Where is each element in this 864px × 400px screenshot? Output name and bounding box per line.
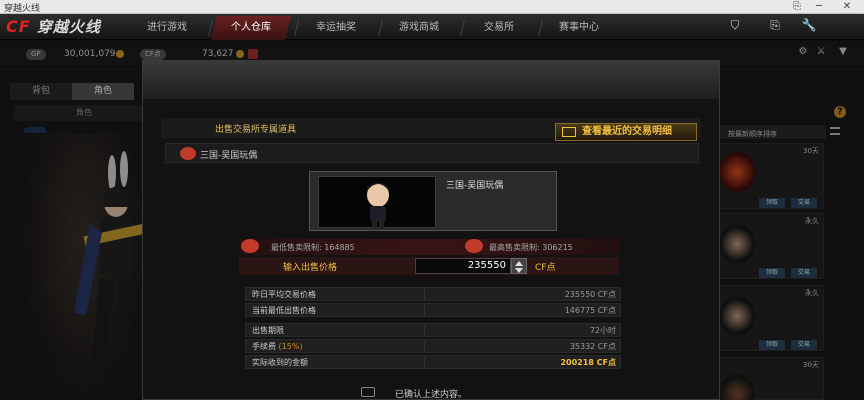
decrement-icon[interactable] bbox=[515, 268, 523, 273]
view-trade-history-button[interactable]: 查看最近的交易明细 bbox=[555, 123, 697, 141]
sale-details-table: 出售期限 72小时 手续费 (15%) 35332 CF点 实际收到的金额 20… bbox=[245, 323, 621, 371]
logo-mark: CF bbox=[6, 17, 31, 36]
doll-figure bbox=[367, 183, 389, 228]
tab-events[interactable]: 赛事中心 bbox=[544, 16, 614, 40]
tab-warehouse[interactable]: 个人仓库 bbox=[211, 16, 291, 40]
arrow-down-icon bbox=[241, 239, 259, 253]
shield-icon[interactable]: ⛉ bbox=[726, 18, 744, 34]
row-label: 当前最低出售价格 bbox=[252, 306, 316, 315]
restore-icon[interactable]: ⎘ bbox=[786, 0, 808, 14]
tab-label: 进行游戏 bbox=[147, 22, 187, 33]
row-value: 72小时 bbox=[424, 325, 616, 336]
fee-label: 手续费 bbox=[252, 342, 276, 351]
table-row: 手续费 (15%) 35332 CF点 bbox=[245, 339, 621, 353]
item-name: 三国-吴国玩偶 bbox=[200, 151, 258, 161]
price-stepper[interactable] bbox=[511, 258, 527, 274]
window-title: 穿越火线 bbox=[4, 4, 41, 14]
nav-divider bbox=[294, 20, 299, 36]
tab-label: 幸运抽奖 bbox=[316, 22, 356, 33]
window-titlebar: 穿越火线 ⎘ ─ ✕ bbox=[0, 0, 864, 14]
row-label: 出售期限 bbox=[252, 326, 284, 335]
item-preview-image bbox=[318, 176, 436, 228]
price-limit-row: 最低售卖限制: 164885 最高售卖限制: 306215 bbox=[239, 239, 619, 255]
tab-label: 交易所 bbox=[484, 22, 514, 33]
table-row: 昨日平均交易价格 235550 CF点 bbox=[245, 287, 621, 301]
fee-rate: (15%) bbox=[278, 342, 303, 351]
increment-icon[interactable] bbox=[515, 261, 523, 266]
row-value: 146775 CF点 bbox=[424, 305, 616, 316]
table-row: 当前最低出售价格 146775 CF点 bbox=[245, 303, 621, 317]
close-icon[interactable]: ✕ bbox=[836, 0, 858, 14]
table-row: 出售期限 72小时 bbox=[245, 323, 621, 337]
row-label: 实际收到的金额 bbox=[252, 358, 308, 367]
tab-exchange[interactable]: 交易所 bbox=[466, 16, 532, 40]
tab-label: 赛事中心 bbox=[559, 22, 599, 33]
section-title: 出售交易所专属道具 bbox=[215, 125, 297, 135]
cf-logo: CF 穿越火线 bbox=[6, 16, 118, 38]
price-input-label: 输入出售价格 bbox=[283, 263, 338, 273]
nav-divider bbox=[460, 20, 465, 36]
chart-icon bbox=[562, 127, 576, 137]
history-button-label: 查看最近的交易明细 bbox=[582, 126, 672, 137]
max-price-limit: 最高售卖限制: 306215 bbox=[489, 243, 573, 252]
tab-mall[interactable]: 游戏商城 bbox=[384, 16, 454, 40]
tab-label: 个人仓库 bbox=[231, 22, 271, 33]
price-input-row: 输入出售价格 235550 CF点 bbox=[239, 257, 619, 275]
price-input[interactable]: 235550 bbox=[415, 258, 511, 274]
row-label: 手续费 (15%) bbox=[252, 341, 303, 352]
confirm-label: 已确认上述内容。 bbox=[395, 390, 468, 400]
logo-text: 穿越火线 bbox=[36, 18, 101, 36]
item-name-row: 三国-吴国玩偶 bbox=[165, 143, 699, 163]
arrow-up-icon bbox=[465, 239, 483, 253]
table-row: 实际收到的金额 200218 CF点 bbox=[245, 355, 621, 369]
tab-lucky-draw[interactable]: 幸运抽奖 bbox=[300, 16, 372, 40]
row-value: 200218 CF点 bbox=[424, 357, 616, 368]
game-client-window: 穿越火线 ⎘ ─ ✕ CF 穿越火线 进行游戏 个人仓库 幸运抽奖 游戏商城 交… bbox=[0, 0, 864, 400]
item-type-icon bbox=[180, 147, 196, 160]
nav-divider bbox=[378, 20, 383, 36]
row-value: 35332 CF点 bbox=[424, 341, 616, 352]
confirm-checkbox[interactable] bbox=[361, 387, 375, 397]
copy-icon[interactable]: ⎘ bbox=[766, 18, 784, 34]
min-price-limit: 最低售卖限制: 164885 bbox=[271, 243, 355, 252]
main-nav: CF 穿越火线 进行游戏 个人仓库 幸运抽奖 游戏商城 交易所 赛事中心 ⛉ ⎘… bbox=[0, 14, 864, 40]
row-label: 昨日平均交易价格 bbox=[252, 290, 316, 299]
wrench-icon[interactable]: 🔧 bbox=[800, 18, 818, 34]
row-value: 235550 CF点 bbox=[424, 289, 616, 300]
tab-label: 游戏商城 bbox=[399, 22, 439, 33]
minimize-icon[interactable]: ─ bbox=[808, 0, 830, 14]
dialog-header bbox=[143, 61, 719, 99]
nav-divider bbox=[538, 20, 543, 36]
item-preview: 三国-吴国玩偶 bbox=[309, 171, 557, 231]
tab-play-game[interactable]: 进行游戏 bbox=[132, 16, 202, 40]
price-unit: CF点 bbox=[535, 263, 556, 273]
sell-item-dialog: 出售交易所专属道具 查看最近的交易明细 三国-吴国玩偶 三国-吴国玩偶 最低售卖… bbox=[142, 60, 720, 400]
market-stats-table: 昨日平均交易价格 235550 CF点 当前最低出售价格 146775 CF点 bbox=[245, 287, 621, 319]
preview-item-name: 三国-吴国玩偶 bbox=[446, 181, 504, 191]
